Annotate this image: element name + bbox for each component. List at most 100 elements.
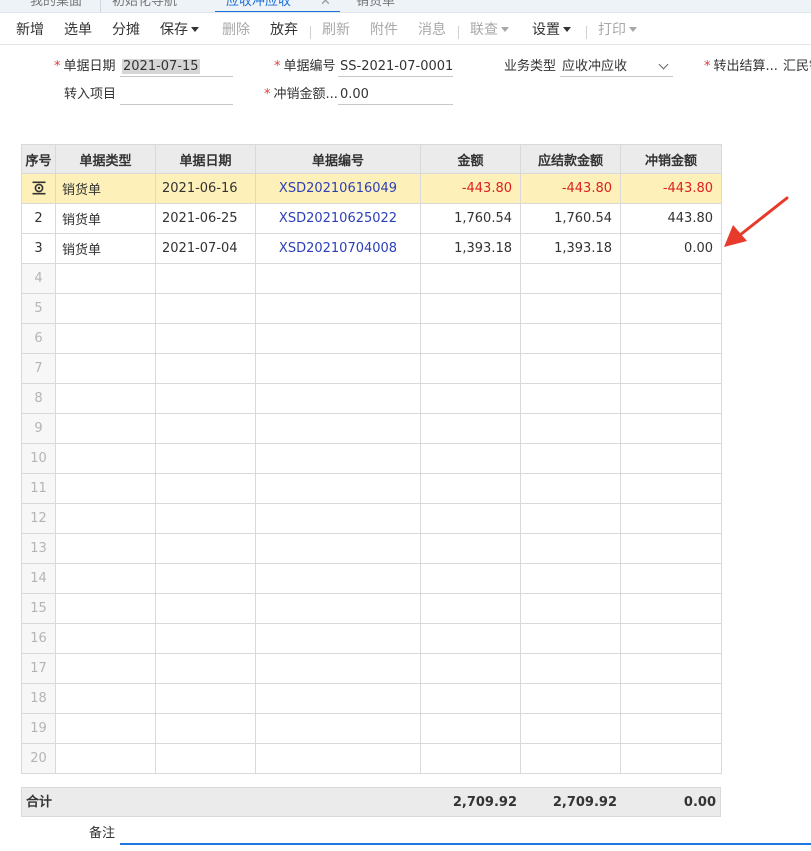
empty-cell[interactable] <box>620 623 722 654</box>
empty-table-row[interactable]: 6 <box>21 323 722 354</box>
empty-cell[interactable] <box>420 443 521 474</box>
empty-cell[interactable] <box>55 533 156 564</box>
table-row[interactable]: 2 销货单 2021-06-25 XSD20210625022 1,760.54… <box>21 203 722 234</box>
empty-cell[interactable] <box>255 593 421 624</box>
empty-table-row[interactable]: 9 <box>21 413 722 444</box>
empty-table-row[interactable]: 19 <box>21 713 722 744</box>
empty-table-row[interactable]: 8 <box>21 383 722 414</box>
table-row[interactable]: 销货单 2021-06-16 XSD20210616049 -443.80 -4… <box>21 173 722 204</box>
empty-cell[interactable] <box>520 323 621 354</box>
empty-cell[interactable] <box>155 383 256 414</box>
cell-amount[interactable]: 1,760.54 <box>420 203 521 234</box>
empty-cell[interactable] <box>620 533 722 564</box>
empty-cell[interactable] <box>55 653 156 684</box>
empty-cell[interactable] <box>620 443 722 474</box>
empty-cell[interactable] <box>620 383 722 414</box>
empty-cell[interactable] <box>55 263 156 294</box>
empty-cell[interactable] <box>255 503 421 534</box>
empty-cell[interactable] <box>55 383 156 414</box>
empty-cell[interactable] <box>420 653 521 684</box>
empty-cell[interactable] <box>155 743 256 774</box>
cell-due-amount[interactable]: -443.80 <box>520 173 621 204</box>
empty-cell[interactable] <box>155 323 256 354</box>
empty-table-row[interactable]: 10 <box>21 443 722 474</box>
empty-cell[interactable] <box>255 263 421 294</box>
empty-cell[interactable] <box>55 293 156 324</box>
empty-cell[interactable] <box>255 683 421 714</box>
empty-cell[interactable] <box>620 473 722 504</box>
cell-offset-amount[interactable]: -443.80 <box>620 173 722 204</box>
empty-cell[interactable] <box>620 593 722 624</box>
empty-cell[interactable] <box>420 503 521 534</box>
empty-cell[interactable] <box>55 323 156 354</box>
empty-cell[interactable] <box>620 743 722 774</box>
empty-cell[interactable] <box>620 413 722 444</box>
empty-cell[interactable] <box>620 653 722 684</box>
empty-cell[interactable] <box>420 623 521 654</box>
cell-date[interactable]: 2021-06-25 <box>155 203 256 234</box>
cell-due-amount[interactable]: 1,760.54 <box>520 203 621 234</box>
empty-cell[interactable] <box>255 473 421 504</box>
empty-table-row[interactable]: 5 <box>21 293 722 324</box>
print-button[interactable]: 打印 <box>598 20 637 40</box>
empty-cell[interactable] <box>420 713 521 744</box>
empty-cell[interactable] <box>520 353 621 384</box>
empty-table-row[interactable]: 12 <box>21 503 722 534</box>
empty-cell[interactable] <box>420 263 521 294</box>
offset-amount-field[interactable]: 0.00 <box>338 85 453 105</box>
cell-offset-amount[interactable]: 443.80 <box>620 203 722 234</box>
save-button[interactable]: 保存 <box>160 20 199 40</box>
empty-cell[interactable] <box>620 713 722 744</box>
empty-cell[interactable] <box>420 293 521 324</box>
empty-cell[interactable] <box>55 503 156 534</box>
empty-cell[interactable] <box>620 293 722 324</box>
empty-cell[interactable] <box>520 293 621 324</box>
doc-no-link[interactable]: XSD20210625022 <box>255 203 421 234</box>
cell-offset-amount[interactable]: 0.00 <box>620 233 722 264</box>
empty-cell[interactable] <box>155 533 256 564</box>
empty-cell[interactable] <box>155 353 256 384</box>
cell-date[interactable]: 2021-06-16 <box>155 173 256 204</box>
empty-cell[interactable] <box>55 563 156 594</box>
transfer-out-field[interactable]: 汇民销 <box>781 57 811 77</box>
row-settings-cell[interactable] <box>21 173 56 204</box>
doc-no-link[interactable]: XSD20210704008 <box>255 233 421 264</box>
cell-amount[interactable]: -443.80 <box>420 173 521 204</box>
cell-type[interactable]: 销货单 <box>55 233 156 264</box>
empty-cell[interactable] <box>255 653 421 684</box>
tab-init-nav[interactable]: 初始化导航 <box>112 0 177 12</box>
message-button[interactable]: 消息 <box>418 20 446 40</box>
cell-due-amount[interactable]: 1,393.18 <box>520 233 621 264</box>
empty-cell[interactable] <box>55 443 156 474</box>
empty-table-row[interactable]: 20 <box>21 743 722 774</box>
cell-type[interactable]: 销货单 <box>55 173 156 204</box>
biz-type-select[interactable]: 应收冲应收 <box>560 57 673 77</box>
delete-button[interactable]: 删除 <box>222 20 250 40</box>
empty-cell[interactable] <box>55 473 156 504</box>
empty-cell[interactable] <box>255 323 421 354</box>
empty-cell[interactable] <box>620 683 722 714</box>
empty-cell[interactable] <box>520 263 621 294</box>
empty-cell[interactable] <box>155 623 256 654</box>
empty-cell[interactable] <box>420 563 521 594</box>
cell-date[interactable]: 2021-07-04 <box>155 233 256 264</box>
empty-cell[interactable] <box>255 533 421 564</box>
empty-cell[interactable] <box>520 683 621 714</box>
empty-cell[interactable] <box>520 533 621 564</box>
empty-cell[interactable] <box>155 503 256 534</box>
empty-cell[interactable] <box>255 443 421 474</box>
empty-table-row[interactable]: 17 <box>21 653 722 684</box>
cell-amount[interactable]: 1,393.18 <box>420 233 521 264</box>
empty-cell[interactable] <box>255 623 421 654</box>
empty-cell[interactable] <box>620 563 722 594</box>
empty-cell[interactable] <box>620 353 722 384</box>
empty-cell[interactable] <box>520 593 621 624</box>
empty-cell[interactable] <box>420 593 521 624</box>
empty-cell[interactable] <box>255 563 421 594</box>
empty-cell[interactable] <box>420 323 521 354</box>
empty-cell[interactable] <box>620 263 722 294</box>
empty-table-row[interactable]: 4 <box>21 263 722 294</box>
select-button[interactable]: 选单 <box>64 20 92 40</box>
empty-cell[interactable] <box>420 413 521 444</box>
empty-cell[interactable] <box>55 623 156 654</box>
